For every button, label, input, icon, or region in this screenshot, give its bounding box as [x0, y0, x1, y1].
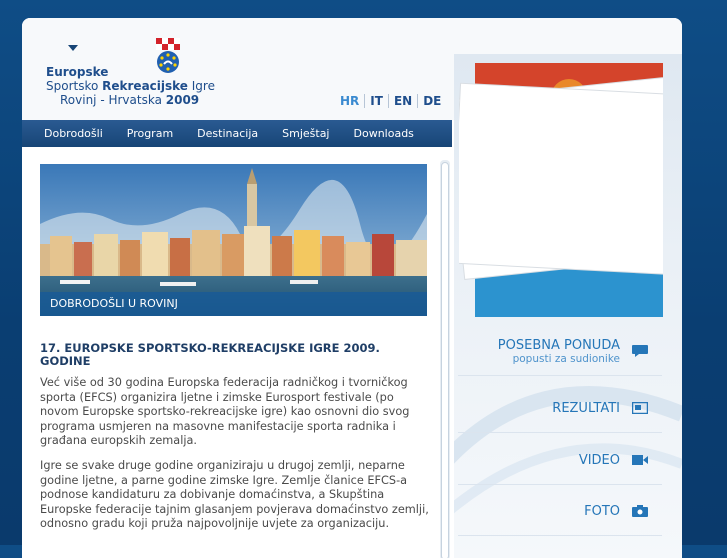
- scrollbar-thumb[interactable]: [441, 162, 449, 558]
- logo-line-3-b: 2009: [165, 93, 200, 107]
- sidebar-item-posebna-ponuda[interactable]: POSEBNA PONUDA popusti za sudionike: [458, 327, 662, 376]
- active-nav-indicator: [68, 45, 78, 51]
- page-container: Europske Sportsko Rekreacijske Igre Rovi…: [22, 18, 682, 558]
- nav-item-downloads[interactable]: Downloads: [342, 127, 426, 140]
- croatia-star-logo-icon: [156, 38, 180, 73]
- lang-it[interactable]: IT: [364, 94, 388, 108]
- logo-line-2-c: Igre: [187, 79, 215, 93]
- posebna-ponuda-sublabel: popusti za sudionike: [512, 352, 620, 365]
- sidebar-item-foto[interactable]: FOTO: [458, 487, 662, 536]
- logo-line-3: Rovinj - Hrvatska 2009: [60, 93, 199, 107]
- lang-en[interactable]: EN: [387, 94, 417, 108]
- logo-line-2-a: Sportsko: [46, 79, 103, 93]
- sidebar-item-rezultati[interactable]: REZULTATI: [458, 384, 662, 433]
- hero-image[interactable]: DOBRODOŠLI U ROVINJ: [40, 164, 427, 316]
- nav-item-dobrodosli[interactable]: Dobrodošli: [22, 127, 115, 140]
- article-title: 17. EUROPSKE SPORTSKO-REKREACIJSKE IGRE …: [40, 341, 380, 368]
- scrollbar[interactable]: [440, 160, 450, 558]
- logo-line-1: Europske: [46, 65, 109, 79]
- logo-line-3-a: Rovinj - Hrvatska: [60, 93, 166, 107]
- sidebar-item-video[interactable]: VIDEO: [458, 436, 662, 485]
- screen-icon: [632, 402, 648, 414]
- posebna-ponuda-label: POSEBNA PONUDA: [497, 337, 620, 353]
- article-paragraph: Igre se svake druge godine organiziraju …: [40, 459, 429, 531]
- promo-image: [445, 63, 682, 317]
- language-switcher: HR IT EN DE: [338, 94, 446, 108]
- logo-line-2: Sportsko Rekreacijske Igre: [46, 79, 215, 93]
- sidebar-item-label: VIDEO: [578, 452, 620, 468]
- hero-caption: DOBRODOŠLI U ROVINJ: [40, 292, 427, 316]
- photo-camera-icon: [632, 505, 648, 517]
- lang-de[interactable]: DE: [417, 94, 446, 108]
- video-camera-icon: [632, 455, 648, 465]
- sidebar-item-label: POSEBNA PONUDA popusti za sudionike: [498, 338, 620, 365]
- sidebar-item-label: REZULTATI: [552, 400, 620, 416]
- nav-item-destinacija[interactable]: Destinacija: [185, 127, 270, 140]
- logo-line-2-b: Rekreacijske: [102, 79, 188, 93]
- lang-hr[interactable]: HR: [338, 94, 364, 108]
- article-paragraph: Već više od 30 godina Europska federacij…: [40, 376, 410, 448]
- speech-bubble-icon: [632, 345, 648, 357]
- nav-item-smjestaj[interactable]: Smještaj: [270, 127, 341, 140]
- sidebar-item-label: FOTO: [584, 503, 620, 519]
- main-nav: Dobrodošli Program Destinacija Smještaj …: [22, 120, 452, 147]
- nav-item-program[interactable]: Program: [115, 127, 185, 140]
- promo-photo-stack[interactable]: [445, 55, 682, 317]
